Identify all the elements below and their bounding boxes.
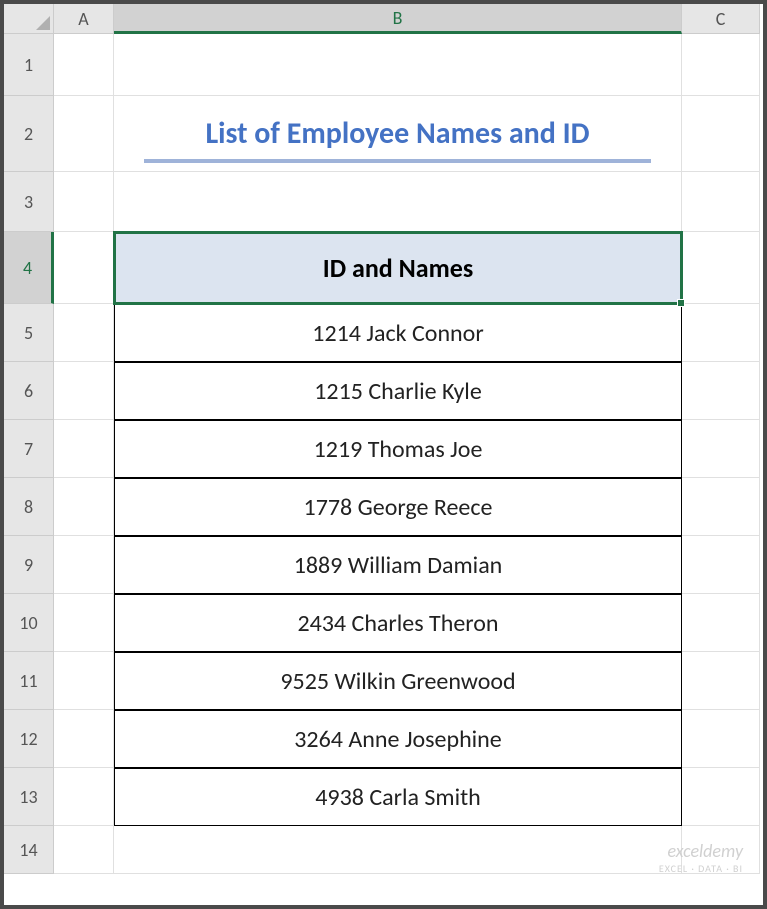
row-header-12[interactable]: 12 bbox=[4, 710, 54, 768]
cell-a11[interactable] bbox=[54, 652, 114, 710]
cell-b2[interactable]: List of Employee Names and ID bbox=[114, 96, 682, 172]
cell-a2[interactable] bbox=[54, 96, 114, 172]
cell-b11[interactable]: 9525 Wilkin Greenwood bbox=[114, 652, 682, 710]
row-header-8[interactable]: 8 bbox=[4, 478, 54, 536]
cell-b8[interactable]: 1778 George Reece bbox=[114, 478, 682, 536]
row-header-13[interactable]: 13 bbox=[4, 768, 54, 826]
cell-a8[interactable] bbox=[54, 478, 114, 536]
cell-a5[interactable] bbox=[54, 304, 114, 362]
watermark-main: exceldemy bbox=[659, 841, 743, 863]
cell-c7[interactable] bbox=[682, 420, 760, 478]
cell-b1[interactable] bbox=[114, 34, 682, 96]
cell-b9[interactable]: 1889 William Damian bbox=[114, 536, 682, 594]
cell-c4[interactable] bbox=[682, 232, 760, 304]
row-header-6[interactable]: 6 bbox=[4, 362, 54, 420]
row-header-9[interactable]: 9 bbox=[4, 536, 54, 594]
cell-c9[interactable] bbox=[682, 536, 760, 594]
cell-c5[interactable] bbox=[682, 304, 760, 362]
row-header-2[interactable]: 2 bbox=[4, 96, 54, 172]
cell-b13[interactable]: 4938 Carla Smith bbox=[114, 768, 682, 826]
row-header-11[interactable]: 11 bbox=[4, 652, 54, 710]
row-header-4[interactable]: 4 bbox=[4, 232, 54, 304]
cell-a9[interactable] bbox=[54, 536, 114, 594]
cell-c3[interactable] bbox=[682, 172, 760, 232]
cell-c6[interactable] bbox=[682, 362, 760, 420]
cell-b14[interactable] bbox=[114, 826, 682, 874]
cell-c2[interactable] bbox=[682, 96, 760, 172]
cell-a4[interactable] bbox=[54, 232, 114, 304]
row-header-14[interactable]: 14 bbox=[4, 826, 54, 874]
title-underline bbox=[144, 159, 651, 163]
table-header: ID and Names bbox=[323, 252, 473, 284]
watermark: exceldemy EXCEL · DATA · BI bbox=[659, 841, 743, 875]
cell-a7[interactable] bbox=[54, 420, 114, 478]
cell-c8[interactable] bbox=[682, 478, 760, 536]
cell-a12[interactable] bbox=[54, 710, 114, 768]
column-headers: A B C bbox=[54, 4, 763, 34]
cell-a6[interactable] bbox=[54, 362, 114, 420]
row-header-5[interactable]: 5 bbox=[4, 304, 54, 362]
sheet-title: List of Employee Names and ID bbox=[205, 115, 589, 152]
grid: List of Employee Names and ID ID and Nam… bbox=[54, 34, 763, 905]
cell-c1[interactable] bbox=[682, 34, 760, 96]
row-header-3[interactable]: 3 bbox=[4, 172, 54, 232]
column-header-a[interactable]: A bbox=[54, 4, 114, 34]
cell-c10[interactable] bbox=[682, 594, 760, 652]
cell-b5[interactable]: 1214 Jack Connor bbox=[114, 304, 682, 362]
row-header-7[interactable]: 7 bbox=[4, 420, 54, 478]
row-header-1[interactable]: 1 bbox=[4, 34, 54, 96]
cell-a1[interactable] bbox=[54, 34, 114, 96]
cell-b12[interactable]: 3264 Anne Josephine bbox=[114, 710, 682, 768]
cell-c12[interactable] bbox=[682, 710, 760, 768]
row-headers: 1 2 3 4 5 6 7 8 9 10 11 12 13 14 bbox=[4, 34, 54, 905]
cell-a13[interactable] bbox=[54, 768, 114, 826]
cell-b4[interactable]: ID and Names bbox=[114, 232, 682, 304]
spreadsheet: A B C 1 2 3 4 5 6 7 8 9 10 11 12 13 14 L… bbox=[4, 4, 763, 905]
cell-a10[interactable] bbox=[54, 594, 114, 652]
column-header-b[interactable]: B bbox=[114, 4, 682, 34]
row-header-10[interactable]: 10 bbox=[4, 594, 54, 652]
cell-a3[interactable] bbox=[54, 172, 114, 232]
cell-c11[interactable] bbox=[682, 652, 760, 710]
cell-b10[interactable]: 2434 Charles Theron bbox=[114, 594, 682, 652]
cell-b3[interactable] bbox=[114, 172, 682, 232]
cell-b7[interactable]: 1219 Thomas Joe bbox=[114, 420, 682, 478]
column-header-c[interactable]: C bbox=[682, 4, 760, 34]
select-all-corner[interactable] bbox=[4, 4, 54, 34]
cell-b6[interactable]: 1215 Charlie Kyle bbox=[114, 362, 682, 420]
cell-c13[interactable] bbox=[682, 768, 760, 826]
watermark-sub: EXCEL · DATA · BI bbox=[659, 863, 743, 875]
cell-a14[interactable] bbox=[54, 826, 114, 874]
